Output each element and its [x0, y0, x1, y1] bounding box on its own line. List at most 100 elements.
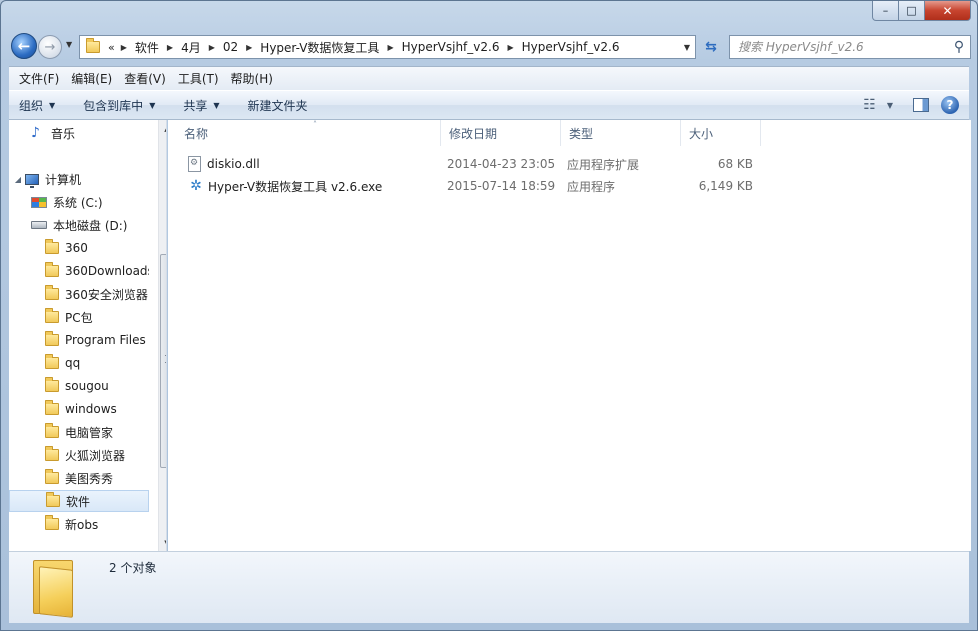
tree-item[interactable]: 360 — [9, 237, 149, 259]
search-input[interactable] — [730, 37, 948, 57]
column-header-size[interactable]: 大小 — [681, 120, 761, 146]
menu-help[interactable]: 帮助(H) — [225, 70, 279, 87]
search-icon[interactable]: ⚲ — [948, 39, 970, 55]
nav-pane-scrollbar[interactable]: ▲ ▼ — [158, 120, 166, 551]
navigation-bar: ← → ▼ « ▶ 软件 ▶ 4月 ▶ 02 ▶ Hyper-V数据恢复工具 ▶ HyperVsj… — [9, 31, 971, 61]
tree-item[interactable]: 火狐浏览器 — [9, 444, 149, 466]
file-list: 名称 ˄ 修改日期 类型 大小 diskio.dll 2014-04-23 23:… — [168, 120, 971, 551]
breadcrumb-item[interactable]: 4月 — [177, 39, 205, 56]
forward-button[interactable]: → — [38, 35, 62, 59]
include-in-library-label: 包含到库中 — [83, 98, 144, 113]
refresh-icon: ⇆ — [705, 39, 717, 55]
file-size: 6,149 KB — [698, 179, 753, 193]
tree-item[interactable]: 电脑管家 — [9, 421, 149, 443]
tree-item-label: 本地磁盘 (D:) — [53, 218, 128, 233]
new-folder-button[interactable]: 新建文件夹 — [238, 97, 318, 114]
breadcrumb-item[interactable]: HyperVsjhf_v2.6 — [518, 40, 624, 54]
tree-item-label: 360Downloads — [65, 264, 149, 278]
breadcrumb-item[interactable]: 02 — [219, 40, 242, 54]
column-header-name[interactable]: 名称 ˄ — [176, 120, 441, 146]
tree-item-label: PC包 — [65, 310, 93, 325]
folder-icon — [45, 354, 59, 369]
folder-icon — [45, 469, 59, 484]
breadcrumb-item[interactable]: 软件 — [131, 39, 163, 56]
file-name: diskio.dll — [207, 157, 260, 171]
file-name-cell: ✲ Hyper-V数据恢复工具 v2.6.exe — [188, 175, 382, 197]
breadcrumb: ▶ 软件 ▶ 4月 ▶ 02 ▶ Hyper-V数据恢复工具 ▶ HyperVsjhf_v2.6 ▶… — [117, 39, 679, 56]
breadcrumb-separator-icon[interactable]: ▶ — [117, 43, 131, 52]
explorer-window: – □ ✕ ← → ▼ « ▶ 软件 ▶ 4月 ▶ 02 ▶ Hyper-V数据恢复工具 ▶ Hy… — [0, 0, 978, 631]
tree-item[interactable]: Program Files — [9, 329, 149, 351]
help-button[interactable]: ? — [941, 96, 959, 114]
breadcrumb-separator-icon[interactable]: ▶ — [503, 43, 517, 52]
command-bar: 组织 ▼ 包含到库中 ▼ 共享 ▼ 新建文件夹 ☷ ▼ ? — [9, 90, 969, 120]
close-button[interactable]: ✕ — [925, 1, 971, 21]
menu-view[interactable]: 查看(V) — [118, 70, 172, 87]
folder-icon — [45, 308, 59, 323]
folder-icon — [45, 262, 59, 277]
tree-item[interactable]: ♪ 音乐 — [9, 122, 149, 144]
column-header-modified[interactable]: 修改日期 — [441, 120, 561, 146]
tree-item[interactable]: 360Downloads — [9, 260, 149, 282]
scroll-down-button[interactable]: ▼ — [159, 534, 166, 551]
chevron-down-icon: ▼ — [49, 100, 56, 110]
scroll-up-button[interactable]: ▲ — [159, 120, 166, 137]
chevron-down-icon: ▼ — [149, 100, 156, 110]
change-view-button[interactable]: ☷ ▼ — [855, 97, 901, 113]
back-button[interactable]: ← — [11, 33, 37, 59]
organize-button[interactable]: 组织 ▼ — [9, 97, 65, 114]
maximize-button[interactable]: □ — [899, 1, 925, 21]
view-details-icon: ☷ — [863, 97, 876, 113]
file-row[interactable]: diskio.dll 2014-04-23 23:05 应用程序扩展 68 KB — [168, 153, 768, 175]
expand-icon[interactable]: ◢ — [13, 175, 23, 184]
tree-item[interactable]: windows — [9, 398, 149, 420]
tree-item[interactable]: PC包 — [9, 306, 149, 328]
tree-item-label: 软件 — [66, 494, 91, 509]
tree-item[interactable]: 美图秀秀 — [9, 467, 149, 489]
preview-pane-button[interactable] — [913, 98, 929, 112]
tree-item[interactable]: 新obs — [9, 513, 149, 535]
music-icon: ♪ — [31, 125, 40, 141]
tree-item[interactable]: sougou — [9, 375, 149, 397]
breadcrumb-separator-icon[interactable]: ▶ — [205, 43, 219, 52]
tree-item[interactable]: 本地磁盘 (D:) — [9, 214, 149, 236]
forward-arrow-icon: → — [44, 39, 56, 55]
file-type: 应用程序 — [567, 179, 616, 194]
navigation-pane: ♪ 音乐 ◢ 计算机系统 (C:) 本地磁盘 (D:) 360 360Downloads 36… — [9, 120, 167, 551]
recent-pages-dropdown[interactable]: ▼ — [66, 40, 72, 49]
breadcrumb-overflow[interactable]: « — [106, 41, 117, 54]
breadcrumb-item[interactable]: HyperVsjhf_v2.6 — [398, 40, 504, 54]
column-header-type[interactable]: 类型 — [561, 120, 681, 146]
file-size: 68 KB — [717, 157, 753, 171]
share-button[interactable]: 共享 ▼ — [173, 97, 229, 114]
address-history-dropdown[interactable]: ▼ — [679, 43, 695, 52]
include-in-library-button[interactable]: 包含到库中 ▼ — [73, 97, 165, 114]
breadcrumb-item[interactable]: Hyper-V数据恢复工具 — [256, 39, 383, 56]
folder-icon — [45, 400, 59, 415]
tree-item[interactable]: ◢ 计算机 — [9, 168, 149, 190]
tree-item[interactable]: 软件 — [9, 490, 149, 512]
breadcrumb-separator-icon[interactable]: ▶ — [242, 43, 256, 52]
tree-item-label: 系统 (C:) — [53, 195, 103, 210]
menu-file[interactable]: 文件(F) — [13, 70, 65, 87]
refresh-button[interactable]: ⇆ — [699, 35, 723, 59]
tree-item[interactable]: 系统 (C:) — [9, 191, 149, 213]
breadcrumb-separator-icon[interactable]: ▶ — [163, 43, 177, 52]
tree-item[interactable]: 360安全浏览器 — [9, 283, 149, 305]
share-label: 共享 — [183, 98, 208, 113]
file-row[interactable]: ✲ Hyper-V数据恢复工具 v2.6.exe 2015-07-14 18:59 应… — [168, 175, 768, 197]
address-bar[interactable]: « ▶ 软件 ▶ 4月 ▶ 02 ▶ Hyper-V数据恢复工具 ▶ HyperVsjhf_v2.… — [79, 35, 696, 59]
column-modified-label: 修改日期 — [449, 126, 498, 141]
tree-item-label: Program Files — [65, 333, 146, 347]
chevron-down-icon: ▼ — [683, 42, 691, 52]
column-name-label: 名称 — [184, 126, 209, 141]
menu-tools[interactable]: 工具(T) — [172, 70, 225, 87]
minimize-button[interactable]: – — [872, 1, 899, 21]
tree-item[interactable]: qq — [9, 352, 149, 374]
chevron-up-icon: ▲ — [164, 125, 166, 133]
scrollbar-thumb[interactable] — [160, 254, 166, 468]
breadcrumb-separator-icon[interactable]: ▶ — [383, 43, 397, 52]
tree-item-label: 火狐浏览器 — [65, 448, 126, 463]
menu-edit[interactable]: 编辑(E) — [65, 70, 118, 87]
view-controls: ☷ ▼ ? — [855, 96, 969, 114]
